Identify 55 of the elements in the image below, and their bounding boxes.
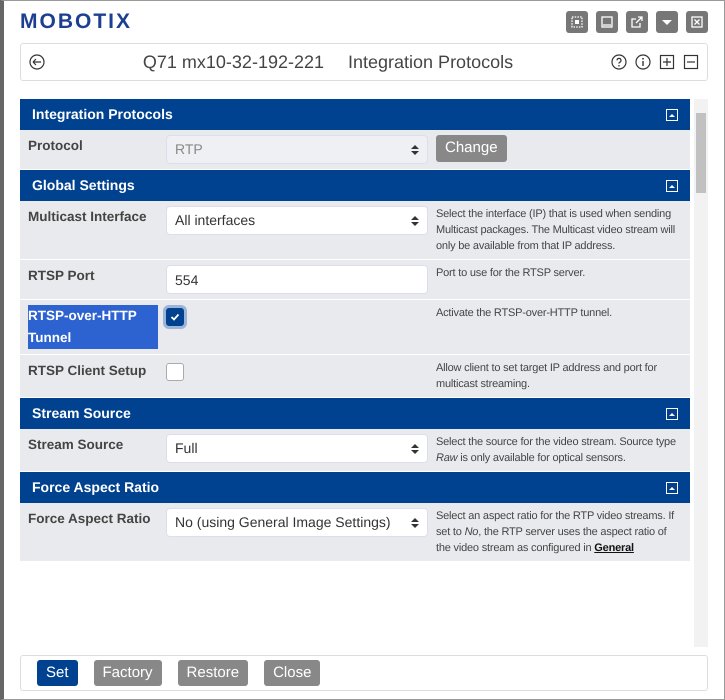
sort-arrows-icon [411, 144, 419, 156]
dropdown-button[interactable] [656, 11, 678, 33]
footer-button[interactable]: Close [264, 660, 320, 686]
camera-name: Q71 mx10-32-192-221 [142, 50, 324, 74]
link[interactable]: General [594, 542, 634, 554]
input-field[interactable]: 554 [166, 265, 428, 294]
footer-button[interactable]: Factory [94, 660, 162, 686]
footer-button[interactable]: Set [37, 660, 78, 686]
section-header[interactable]: Global Settings [20, 170, 690, 201]
popout-icon [629, 14, 645, 30]
section-header[interactable]: Stream Source [20, 398, 690, 429]
help-icon[interactable] [611, 54, 627, 70]
brand-logo: MOBOTIX [20, 9, 132, 36]
close-button[interactable] [686, 11, 708, 33]
minimize-icon [599, 14, 615, 30]
select-field[interactable]: All interfaces [166, 206, 428, 235]
check-icon [170, 312, 180, 322]
select-button[interactable] [566, 11, 588, 33]
select-icon [569, 14, 585, 30]
field-description: Select an aspect ratio for the RTP video streams. If set to No, the RTP server uses the aspect ratio of the video stream as configured in General [436, 509, 676, 556]
field-description: Select the interface (IP) that is used when sending Multicast packages. The Multicast video stream will only be available from that IP address. [436, 207, 676, 254]
back-icon[interactable] [29, 54, 45, 70]
field-label: Protocol [28, 137, 83, 155]
section-title: Integration Protocols [32, 105, 173, 124]
collapse-icon[interactable] [683, 54, 699, 70]
section-title: Stream Source [32, 404, 131, 423]
minimize-button[interactable] [596, 11, 618, 33]
info-icon[interactable] [635, 54, 651, 70]
section-header[interactable]: Force Aspect Ratio [20, 472, 690, 503]
close-icon [689, 14, 705, 30]
field-label: RTSP-over-HTTP Tunnel [28, 305, 158, 349]
field-label: Stream Source [28, 436, 124, 454]
select-field[interactable]: No (using General Image Settings) [166, 508, 428, 537]
select-field[interactable]: Full [166, 434, 428, 463]
checkbox[interactable] [166, 363, 184, 381]
field-label: Force Aspect Ratio [28, 510, 151, 528]
section-header[interactable]: Integration Protocols [20, 99, 690, 130]
field-label: RTSP Port [28, 267, 95, 285]
field-description: Activate the RTSP-over-HTTP tunnel. [436, 306, 613, 321]
sort-arrows-icon [411, 214, 419, 226]
section-title: Force Aspect Ratio [32, 478, 160, 497]
field-description: Allow client to set target IP address and port for multicast streaming. [436, 361, 658, 392]
checkbox[interactable] [166, 308, 184, 326]
field-description: Port to use for the RTSP server. [436, 266, 586, 281]
footer-button[interactable]: Restore [178, 660, 248, 686]
section-title: Global Settings [32, 176, 135, 195]
page-title: Integration Protocols [348, 50, 514, 74]
popout-button[interactable] [626, 11, 648, 33]
scrollbar[interactable] [694, 99, 708, 646]
sort-arrows-icon [411, 516, 419, 528]
field-label: Multicast Interface [28, 208, 147, 226]
sort-arrows-icon [411, 442, 419, 454]
field-label: RTSP Client Setup [28, 362, 146, 380]
field-description: Select the source for the video stream. Source type Raw is only available for optical sensors. [436, 435, 677, 466]
expand-icon[interactable] [659, 54, 675, 70]
